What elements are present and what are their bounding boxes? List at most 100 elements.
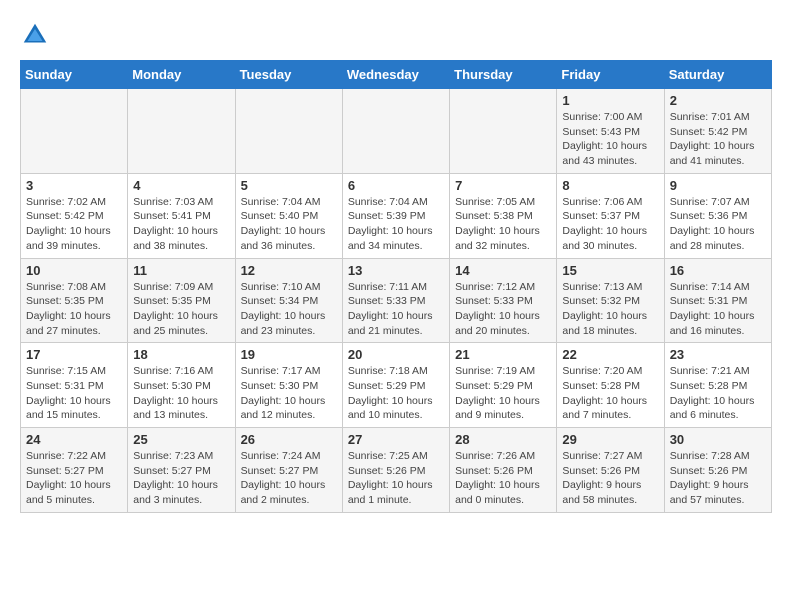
calendar-table: SundayMondayTuesdayWednesdayThursdayFrid… — [20, 60, 772, 513]
calendar-header-wednesday: Wednesday — [342, 61, 449, 89]
calendar-cell: 19Sunrise: 7:17 AMSunset: 5:30 PMDayligh… — [235, 343, 342, 428]
calendar-cell: 11Sunrise: 7:09 AMSunset: 5:35 PMDayligh… — [128, 258, 235, 343]
calendar-header-monday: Monday — [128, 61, 235, 89]
day-number: 13 — [348, 263, 444, 278]
day-number: 22 — [562, 347, 658, 362]
day-number: 25 — [133, 432, 229, 447]
calendar-cell: 15 Sunrise: 7:13 AMSunset: 5:32 PMDayligh… — [557, 258, 664, 343]
day-number: 27 — [348, 432, 444, 447]
day-number: 29 — [562, 432, 658, 447]
day-info: Sunrise: 7:21 AMSunset: 5:28 PMDaylight:… — [670, 364, 766, 423]
calendar-cell: 3 Sunrise: 7:02 AMSunset: 5:42 PMDaylight… — [21, 173, 128, 258]
day-number: 17 — [26, 347, 122, 362]
day-number: 28 — [455, 432, 551, 447]
day-info: Sunrise: 7:08 AMSunset: 5:35 PMDaylight:… — [26, 280, 122, 339]
calendar-cell: 9 Sunrise: 7:07 AMSunset: 5:36 PMDaylight… — [664, 173, 771, 258]
day-info: Sunrise: 7:23 AMSunset: 5:27 PMDaylight:… — [133, 449, 229, 508]
day-number: 8 — [562, 178, 658, 193]
calendar-week-5: 24 Sunrise: 7:22 AMSunset: 5:27 PMDayligh… — [21, 428, 772, 513]
day-number: 1 — [562, 93, 658, 108]
calendar-week-4: 17 Sunrise: 7:15 AMSunset: 5:31 PMDayligh… — [21, 343, 772, 428]
day-number: 26 — [241, 432, 337, 447]
calendar-cell — [128, 89, 235, 174]
day-number: 2 — [670, 93, 766, 108]
day-info: Sunrise: 7:14 AMSunset: 5:31 PMDaylight:… — [670, 280, 766, 339]
day-number: 14 — [455, 263, 551, 278]
calendar-cell: 14 Sunrise: 7:12 AMSunset: 5:33 PMDayligh… — [450, 258, 557, 343]
day-number: 23 — [670, 347, 766, 362]
day-number: 21 — [455, 347, 551, 362]
day-info: Sunrise: 7:04 AMSunset: 5:40 PMDaylight:… — [241, 195, 337, 254]
calendar-cell: 30 Sunrise: 7:28 AMSunset: 5:26 PMDayligh… — [664, 428, 771, 513]
day-info: Sunrise: 7:27 AMSunset: 5:26 PMDaylight:… — [562, 449, 658, 508]
day-info: Sunrise: 7:20 AMSunset: 5:28 PMDaylight:… — [562, 364, 658, 423]
day-info: Sunrise: 7:12 AMSunset: 5:33 PMDaylight:… — [455, 280, 551, 339]
calendar-cell: 21 Sunrise: 7:19 AMSunset: 5:29 PMDayligh… — [450, 343, 557, 428]
day-number: 6 — [348, 178, 444, 193]
calendar-header-friday: Friday — [557, 61, 664, 89]
day-number: 3 — [26, 178, 122, 193]
day-info: Sunrise: 7:01 AMSunset: 5:42 PMDaylight:… — [670, 110, 766, 169]
day-info: Sunrise: 7:28 AMSunset: 5:26 PMDaylight:… — [670, 449, 766, 508]
calendar-cell: 1Sunrise: 7:00 AMSunset: 5:43 PMDaylight… — [557, 89, 664, 174]
day-info: Sunrise: 7:03 AMSunset: 5:41 PMDaylight:… — [133, 195, 229, 254]
calendar-cell: 18 Sunrise: 7:16 AMSunset: 5:30 PMDayligh… — [128, 343, 235, 428]
day-number: 30 — [670, 432, 766, 447]
calendar-cell: 20 Sunrise: 7:18 AMSunset: 5:29 PMDayligh… — [342, 343, 449, 428]
calendar-cell: 6 Sunrise: 7:04 AMSunset: 5:39 PMDaylight… — [342, 173, 449, 258]
calendar-header-thursday: Thursday — [450, 61, 557, 89]
calendar-week-3: 10 Sunrise: 7:08 AMSunset: 5:35 PMDayligh… — [21, 258, 772, 343]
day-info: Sunrise: 7:13 AMSunset: 5:32 PMDaylight:… — [562, 280, 658, 339]
page-header — [20, 20, 772, 50]
logo-icon — [20, 20, 50, 50]
day-info: Sunrise: 7:22 AMSunset: 5:27 PMDaylight:… — [26, 449, 122, 508]
calendar-cell: 5 Sunrise: 7:04 AMSunset: 5:40 PMDaylight… — [235, 173, 342, 258]
day-info: Sunrise: 7:04 AMSunset: 5:39 PMDaylight:… — [348, 195, 444, 254]
calendar-cell — [21, 89, 128, 174]
calendar-cell: 8 Sunrise: 7:06 AMSunset: 5:37 PMDaylight… — [557, 173, 664, 258]
calendar-cell — [450, 89, 557, 174]
day-number: 24 — [26, 432, 122, 447]
calendar-cell: 17 Sunrise: 7:15 AMSunset: 5:31 PMDayligh… — [21, 343, 128, 428]
day-info: Sunrise: 7:19 AMSunset: 5:29 PMDaylight:… — [455, 364, 551, 423]
day-info: Sunrise: 7:26 AMSunset: 5:26 PMDaylight:… — [455, 449, 551, 508]
calendar-cell: 29 Sunrise: 7:27 AMSunset: 5:26 PMDayligh… — [557, 428, 664, 513]
calendar-cell — [235, 89, 342, 174]
calendar-cell: 27 Sunrise: 7:25 AMSunset: 5:26 PMDayligh… — [342, 428, 449, 513]
calendar-header-saturday: Saturday — [664, 61, 771, 89]
logo — [20, 20, 54, 50]
day-number: 10 — [26, 263, 122, 278]
day-number: 7 — [455, 178, 551, 193]
day-info: Sunrise: 7:18 AMSunset: 5:29 PMDaylight:… — [348, 364, 444, 423]
calendar-cell: 7 Sunrise: 7:05 AMSunset: 5:38 PMDaylight… — [450, 173, 557, 258]
calendar-cell: 13 Sunrise: 7:11 AMSunset: 5:33 PMDayligh… — [342, 258, 449, 343]
day-number: 4 — [133, 178, 229, 193]
day-info: Sunrise: 7:25 AMSunset: 5:26 PMDaylight:… — [348, 449, 444, 508]
day-number: 19 — [241, 347, 337, 362]
calendar-week-2: 3 Sunrise: 7:02 AMSunset: 5:42 PMDaylight… — [21, 173, 772, 258]
day-info: Sunrise: 7:11 AMSunset: 5:33 PMDaylight:… — [348, 280, 444, 339]
day-info: Sunrise: 7:05 AMSunset: 5:38 PMDaylight:… — [455, 195, 551, 254]
day-info: Sunrise: 7:15 AMSunset: 5:31 PMDaylight:… — [26, 364, 122, 423]
calendar-cell: 28 Sunrise: 7:26 AMSunset: 5:26 PMDayligh… — [450, 428, 557, 513]
day-info: Sunrise: 7:24 AMSunset: 5:27 PMDaylight:… — [241, 449, 337, 508]
calendar-header-tuesday: Tuesday — [235, 61, 342, 89]
day-info: Sunrise: 7:06 AMSunset: 5:37 PMDaylight:… — [562, 195, 658, 254]
calendar-cell — [342, 89, 449, 174]
day-info: Sunrise: 7:10 AMSunset: 5:34 PMDaylight:… — [241, 280, 337, 339]
day-number: 12 — [241, 263, 337, 278]
day-number: 5 — [241, 178, 337, 193]
day-number: 9 — [670, 178, 766, 193]
calendar-cell: 22 Sunrise: 7:20 AMSunset: 5:28 PMDayligh… — [557, 343, 664, 428]
day-number: 18 — [133, 347, 229, 362]
day-info: Sunrise: 7:16 AMSunset: 5:30 PMDaylight:… — [133, 364, 229, 423]
day-number: 20 — [348, 347, 444, 362]
calendar-cell: 12 Sunrise: 7:10 AMSunset: 5:34 PMDayligh… — [235, 258, 342, 343]
calendar-week-1: 1Sunrise: 7:00 AMSunset: 5:43 PMDaylight… — [21, 89, 772, 174]
calendar-cell: 24 Sunrise: 7:22 AMSunset: 5:27 PMDayligh… — [21, 428, 128, 513]
day-info: Sunrise: 7:02 AMSunset: 5:42 PMDaylight:… — [26, 195, 122, 254]
day-number: 11 — [133, 263, 229, 278]
day-number: 15 — [562, 263, 658, 278]
day-info: Sunrise: 7:07 AMSunset: 5:36 PMDaylight:… — [670, 195, 766, 254]
calendar-header-row: SundayMondayTuesdayWednesdayThursdayFrid… — [21, 61, 772, 89]
